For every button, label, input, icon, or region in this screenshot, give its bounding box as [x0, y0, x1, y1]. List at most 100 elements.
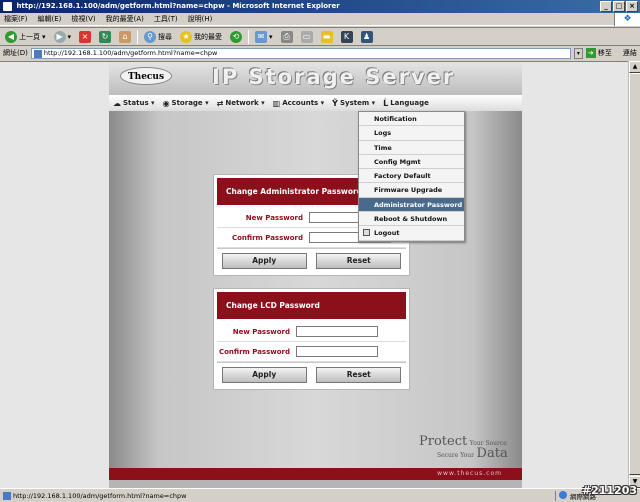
menu-config-mgmt[interactable]: Config Mgmt: [359, 155, 464, 170]
links-button[interactable]: 連結: [623, 48, 637, 58]
history-button[interactable]: ⟲: [228, 29, 244, 45]
home-button[interactable]: ⌂: [117, 29, 133, 45]
close-button[interactable]: ×: [626, 1, 638, 12]
menu-firmware-upgrade[interactable]: Firmware Upgrade: [359, 183, 464, 198]
go-button[interactable]: ➔ 移至: [585, 48, 612, 58]
folder-button[interactable]: ▬: [319, 29, 335, 45]
menu-logout[interactable]: Logout: [359, 226, 464, 241]
menu-edit[interactable]: 編輯(E): [38, 14, 62, 24]
nav-network[interactable]: ⇄ Network ▾: [217, 99, 265, 108]
network-icon: ⇄: [216, 98, 224, 108]
stop-button[interactable]: ×: [77, 29, 93, 45]
scroll-up-button[interactable]: ▲: [629, 61, 640, 73]
page-icon: [3, 491, 11, 500]
toolbar-separator: [248, 29, 250, 44]
menu-time[interactable]: Time: [359, 141, 464, 155]
address-label: 網址(D): [3, 49, 28, 57]
language-icon: Ĺ: [383, 98, 389, 108]
globe-icon: [559, 490, 567, 499]
forward-arrow-icon: ▶: [53, 30, 66, 43]
nav-storage-label: Storage ▾: [171, 99, 209, 107]
search-label: 搜尋: [158, 32, 173, 41]
chevron-down-icon[interactable]: ▾: [42, 33, 46, 41]
lcd-apply-button[interactable]: Apply: [221, 366, 307, 383]
footer-bar: www.thecus.com: [109, 468, 522, 480]
image-watermark: #211203: [581, 484, 637, 497]
nav-accounts[interactable]: ▥ Accounts ▾: [273, 99, 325, 108]
home-icon: ⌂: [119, 30, 132, 43]
lcd-password-panel: Change LCD Password New Password Confirm…: [213, 288, 410, 390]
search-icon: ⚲: [144, 30, 157, 43]
edit-icon: ▭: [300, 30, 313, 43]
status-url: http://192.168.1.100/adm/getform.html?na…: [13, 491, 187, 500]
lcd-panel-title: Change LCD Password: [217, 292, 406, 319]
lcd-confirm-password-input[interactable]: [296, 346, 378, 357]
admin-reset-button[interactable]: Reset: [316, 252, 402, 269]
admin-apply-button[interactable]: Apply: [221, 252, 307, 269]
back-button[interactable]: ◀ 上一頁 ▾: [3, 29, 48, 45]
refresh-button[interactable]: ↻: [97, 29, 113, 45]
footer-strip: [109, 480, 522, 488]
nav-status[interactable]: ☁ Status ▾: [113, 99, 155, 108]
menu-logs[interactable]: Logs: [359, 126, 464, 141]
main-nav: ☁ Status ▾ ◉ Storage ▾ ⇄ Network ▾ ▥ Acc…: [109, 95, 522, 111]
messenger-icon: ♟: [360, 30, 373, 43]
toolbar: ◀ 上一頁 ▾ ▶ ▾ × ↻ ⌂ ⚲ 搜尋 ★ 我的最愛 ⟲ ✉ ▾ ⎙ ▭ …: [0, 27, 640, 46]
mail-button[interactable]: ✉ ▾: [253, 29, 275, 45]
menu-tools[interactable]: 工具(T): [154, 14, 178, 24]
edit-button[interactable]: ▭: [299, 29, 315, 45]
lcd-new-password-label: New Password: [232, 327, 290, 336]
nav-language-label: Language: [390, 99, 429, 107]
menu-factory-default[interactable]: Factory Default: [359, 169, 464, 184]
discuss-button[interactable]: K: [339, 29, 355, 45]
nav-status-label: Status ▾: [123, 99, 155, 107]
star-icon: ★: [180, 30, 193, 43]
accounts-icon: ▥: [272, 98, 281, 108]
lcd-new-password-input[interactable]: [296, 326, 378, 337]
system-icon: Ỹ: [332, 98, 338, 108]
menu-notification[interactable]: Notification: [359, 112, 464, 127]
lcd-confirm-password-label: Confirm Password: [218, 347, 290, 356]
favorites-button[interactable]: ★ 我的最愛: [178, 29, 224, 45]
tagline-data: Data: [476, 446, 508, 461]
vertical-scrollbar[interactable]: ▲ ▼: [628, 61, 640, 488]
menu-favorites[interactable]: 我的最愛(A): [106, 14, 144, 24]
nav-language[interactable]: Ĺ Language: [383, 99, 429, 108]
maximize-button[interactable]: □: [613, 1, 625, 12]
forward-button[interactable]: ▶ ▾: [52, 29, 74, 45]
menu-help[interactable]: 說明(H): [188, 14, 213, 24]
ie-icon: [3, 1, 12, 11]
search-button[interactable]: ⚲ 搜尋: [142, 29, 174, 45]
storage-icon: ◉: [162, 98, 170, 108]
admin-confirm-password-label: Confirm Password: [231, 233, 303, 242]
history-icon: ⟲: [230, 30, 243, 43]
scroll-thumb[interactable]: [629, 73, 640, 475]
chevron-down-icon[interactable]: ▾: [269, 33, 273, 41]
refresh-icon: ↻: [99, 30, 112, 43]
go-arrow-icon: ➔: [585, 48, 596, 58]
toolbar-separator: [137, 29, 139, 44]
nav-system-label: System ▾: [339, 99, 376, 107]
messenger-button[interactable]: ♟: [359, 29, 375, 45]
menu-administrator-password[interactable]: Administrator Password: [359, 197, 464, 213]
web-page: Thecus IP Storage Server ☁ Status ▾ ◉ St…: [109, 62, 522, 488]
print-button[interactable]: ⎙: [279, 29, 295, 45]
favorites-label: 我的最愛: [194, 32, 223, 41]
stop-icon: ×: [79, 30, 92, 43]
chevron-down-icon[interactable]: ▾: [68, 33, 72, 41]
menu-reboot-shutdown[interactable]: Reboot & Shutdown: [359, 212, 464, 227]
lcd-reset-button[interactable]: Reset: [316, 366, 402, 383]
page-icon: [33, 49, 42, 58]
nav-system[interactable]: Ỹ System ▾: [332, 99, 375, 108]
address-input[interactable]: http://192.168.1.100/adm/getform.html?na…: [30, 47, 571, 59]
nav-network-label: Network ▾: [225, 99, 265, 107]
back-label: 上一頁: [19, 32, 40, 41]
minimize-button[interactable]: _: [600, 1, 612, 12]
nav-storage[interactable]: ◉ Storage ▾: [163, 99, 209, 108]
thecus-logo[interactable]: Thecus: [120, 67, 172, 85]
footer-url[interactable]: www.thecus.com: [437, 470, 502, 477]
address-dropdown[interactable]: ▾: [573, 47, 583, 59]
menu-file[interactable]: 檔案(F): [4, 14, 28, 24]
menu-view[interactable]: 檢視(V): [71, 14, 95, 24]
admin-new-password-label: New Password: [245, 213, 303, 222]
